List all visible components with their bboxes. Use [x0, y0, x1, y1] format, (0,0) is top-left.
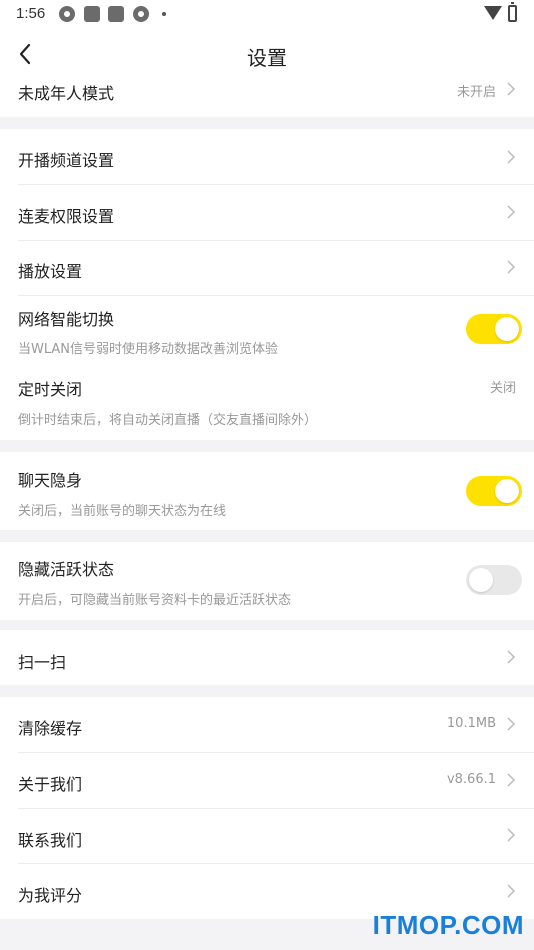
timer-off-description: 倒计时结束后，将自动关闭直播（交友直播间除外）: [18, 413, 318, 428]
chevron-right-icon: [506, 716, 516, 732]
playback-settings-label: 播放设置: [18, 262, 83, 281]
hide-activity-toggle[interactable]: [466, 565, 522, 595]
minor-mode-label: 未成年人模式: [18, 84, 115, 103]
channel-settings-row[interactable]: 开播频道设置: [0, 129, 534, 184]
wifi-icon: [484, 6, 502, 20]
watermark-text: ITMOP.COM: [372, 910, 524, 940]
chevron-right-icon: [506, 827, 516, 843]
chat-invisible-toggle[interactable]: [466, 476, 522, 506]
app-icon: [84, 6, 100, 22]
status-bar: 1:56: [0, 0, 534, 30]
timer-off-label: 定时关闭: [18, 380, 83, 399]
about-label: 关于我们: [18, 775, 83, 794]
hide-activity-description: 开启后，可隐藏当前账号资料卡的最近活跃状态: [18, 593, 292, 608]
chevron-right-icon: [506, 883, 516, 899]
chat-invisible-description: 关闭后，当前账号的聊天状态为在线: [18, 504, 227, 519]
contact-label: 联系我们: [18, 831, 83, 850]
app-icon: [108, 6, 124, 22]
channel-settings-label: 开播频道设置: [18, 151, 115, 170]
minor-mode-row[interactable]: 未成年人模式 未开启: [0, 80, 534, 116]
hide-activity-label: 隐藏活跃状态: [18, 560, 115, 579]
section-gap: [0, 620, 534, 630]
network-switch-description: 当WLAN信号弱时使用移动数据改善浏览体验: [18, 342, 279, 357]
aperture-icon: [133, 6, 149, 22]
clear-cache-label: 清除缓存: [18, 719, 83, 738]
chevron-right-icon: [506, 149, 516, 165]
rate-label: 为我评分: [18, 886, 83, 905]
battery-icon: [508, 2, 517, 22]
toggle-knob: [469, 568, 493, 592]
timer-off-value: 关闭: [489, 381, 516, 396]
contact-row[interactable]: 联系我们: [0, 809, 534, 863]
section-gap: [0, 440, 534, 452]
scan-row[interactable]: 扫一扫: [0, 630, 534, 685]
chat-invisible-row: 聊天隐身 关闭后，当前账号的聊天状态为在线: [0, 452, 534, 530]
playback-settings-row[interactable]: 播放设置: [0, 241, 534, 295]
timer-off-row[interactable]: 定时关闭 倒计时结束后，将自动关闭直播（交友直播间除外） 关闭: [0, 366, 534, 440]
section-gap: [0, 530, 534, 542]
chat-invisible-label: 聊天隐身: [18, 471, 83, 490]
about-row[interactable]: 关于我们 v8.66.1: [0, 753, 534, 808]
network-switch-label: 网络智能切换: [18, 310, 115, 329]
chevron-right-icon: [506, 204, 516, 220]
mic-link-settings-label: 连麦权限设置: [18, 207, 115, 226]
toggle-knob: [495, 317, 519, 341]
mic-link-settings-row[interactable]: 连麦权限设置: [0, 185, 534, 240]
section-gap: [0, 685, 534, 697]
clear-cache-row[interactable]: 清除缓存 10.1MB: [0, 697, 534, 752]
chevron-right-icon: [506, 649, 516, 665]
cache-size-value: 10.1MB: [446, 716, 496, 731]
nav-bar: 设置: [0, 30, 534, 80]
status-time: 1:56: [16, 5, 46, 22]
hide-activity-row: 隐藏活跃状态 开启后，可隐藏当前账号资料卡的最近活跃状态: [0, 542, 534, 620]
section-gap: [0, 117, 534, 129]
dot-icon: [162, 12, 166, 16]
chevron-right-icon: [506, 81, 516, 97]
network-switch-toggle[interactable]: [466, 314, 522, 344]
page-title: 设置: [247, 46, 287, 70]
aperture-icon: [59, 6, 75, 22]
network-switch-row: 网络智能切换 当WLAN信号弱时使用移动数据改善浏览体验: [0, 296, 534, 366]
minor-mode-value: 未开启: [456, 85, 496, 100]
toggle-knob: [495, 479, 519, 503]
chevron-right-icon: [506, 772, 516, 788]
chevron-right-icon: [506, 259, 516, 275]
version-value: v8.66.1: [446, 772, 496, 787]
scan-label: 扫一扫: [18, 653, 67, 672]
